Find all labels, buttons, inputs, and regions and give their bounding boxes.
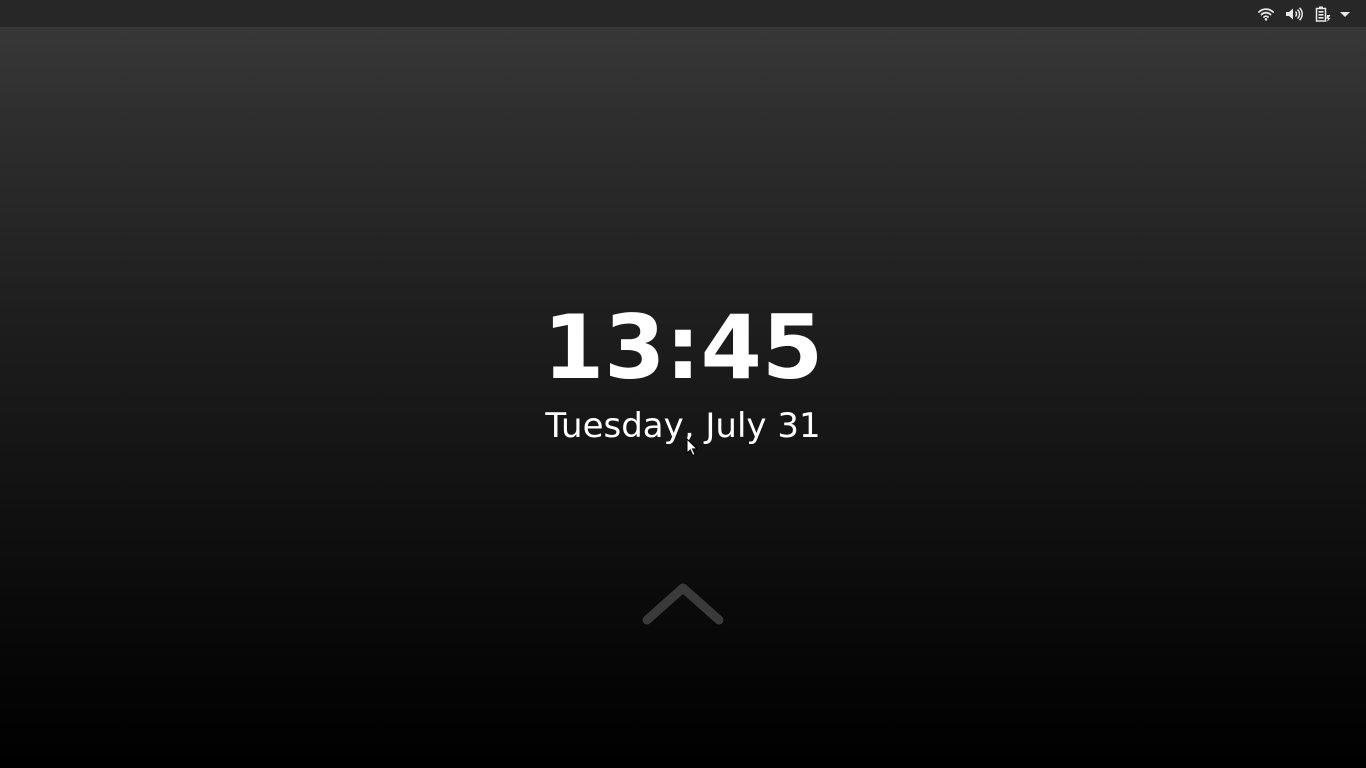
top-bar <box>0 0 1366 27</box>
mouse-cursor-icon <box>686 437 699 457</box>
lock-clock: 13:45 Tuesday, July 31 <box>0 296 1366 446</box>
chevron-up-icon[interactable] <box>638 578 728 632</box>
lock-screen[interactable]: 13:45 Tuesday, July 31 <box>0 0 1366 768</box>
clock-date: Tuesday, July 31 <box>545 406 821 446</box>
wifi-icon[interactable] <box>1256 4 1276 23</box>
clock-time: 13:45 <box>542 296 824 399</box>
battery-charging-icon[interactable] <box>1313 4 1333 23</box>
chevron-down-icon[interactable] <box>1336 4 1354 23</box>
volume-icon[interactable] <box>1284 4 1304 23</box>
